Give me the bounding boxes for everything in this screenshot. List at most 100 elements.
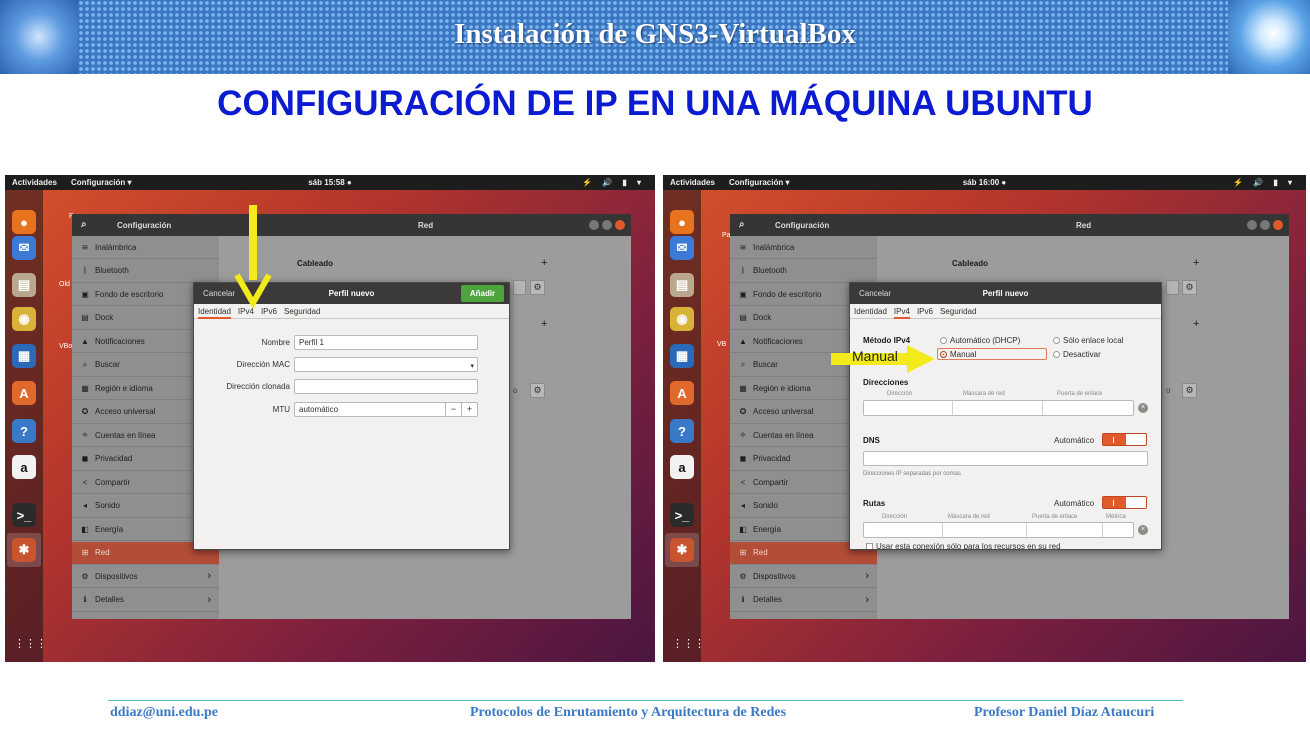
mac-dropdown[interactable]: ▾ xyxy=(294,357,478,372)
sidebar-item-details[interactable]: ℹ Detalles › xyxy=(72,589,219,612)
chevron-right-icon: › xyxy=(865,593,869,606)
gear-icon[interactable]: ⚙ xyxy=(1182,383,1197,398)
radio-disable[interactable]: Desactivar xyxy=(1053,350,1101,359)
sidebar-item-label: Sonido xyxy=(95,501,120,510)
search-icon[interactable]: ⌕ xyxy=(739,219,745,230)
tab-identity[interactable]: Identidad xyxy=(198,304,231,319)
sidebar-item-details[interactable]: ℹ Detalles › xyxy=(730,589,877,612)
thunderbird-icon[interactable]: ✉ xyxy=(12,236,36,260)
radio-manual[interactable]: Manual xyxy=(940,350,976,359)
addresses-label: Direcciones xyxy=(863,378,909,387)
minimize-icon[interactable] xyxy=(1247,220,1257,230)
help-icon[interactable]: ? xyxy=(12,419,36,443)
plus-icon[interactable]: + xyxy=(461,403,477,416)
delete-icon[interactable]: × xyxy=(1138,403,1148,413)
gear-icon[interactable]: ⚙ xyxy=(530,383,545,398)
cloned-mac-field[interactable] xyxy=(294,379,478,394)
tab-security[interactable]: Seguridad xyxy=(284,304,320,319)
mtu-stepper[interactable]: automático − + xyxy=(294,402,478,417)
search-icon[interactable]: ⌕ xyxy=(81,219,87,230)
maximize-icon[interactable] xyxy=(602,220,612,230)
amazon-icon[interactable]: a xyxy=(12,455,36,479)
name-field[interactable]: Perfil 1 xyxy=(294,335,478,350)
routes-label: Rutas xyxy=(863,499,886,508)
slide-title: Instalación de GNS3-VirtualBox xyxy=(454,18,856,50)
add-button[interactable]: Añadir xyxy=(461,285,504,302)
firefox-icon[interactable]: ● xyxy=(670,210,694,234)
dns-field[interactable] xyxy=(863,451,1148,466)
dns-auto-switch[interactable] xyxy=(1102,433,1147,446)
add-wired-button[interactable]: + xyxy=(1193,257,1199,269)
settings-icon[interactable]: ✱ xyxy=(7,533,41,567)
footer-email: ddiaz@uni.edu.pe xyxy=(110,705,218,720)
top-bar: Actividades Configuración ▾ sáb 16:00 ● … xyxy=(663,175,1306,190)
sidebar-item-label: Compartir xyxy=(95,477,131,487)
rhythmbox-icon[interactable]: ◉ xyxy=(670,307,694,331)
only-resources-checkbox[interactable]: Usar esta conexión sólo para los recurso… xyxy=(866,542,1061,549)
mtu-value: automático xyxy=(299,405,339,414)
sidebar-item-bluetooth[interactable]: ᛒ Bluetooth xyxy=(730,260,877,283)
add-wired-button[interactable]: + xyxy=(541,257,547,269)
route-row[interactable] xyxy=(863,522,1134,538)
sidebar-item-wifi[interactable]: ≋ Inalámbrica xyxy=(730,236,877,259)
arrow-down-annotation xyxy=(234,205,272,310)
window-header: ⌕ Configuración Red xyxy=(730,214,1289,236)
delete-icon[interactable]: × xyxy=(1138,525,1148,535)
show-applications-icon[interactable]: ⋮⋮⋮ xyxy=(14,634,47,654)
sidebar-item-devices[interactable]: ⚙ Dispositivos › xyxy=(72,565,219,588)
writer-icon[interactable]: ▦ xyxy=(670,344,694,368)
firefox-icon[interactable]: ● xyxy=(12,210,36,234)
tab-ipv4[interactable]: IPv4 xyxy=(893,304,910,319)
sidebar-item-devices[interactable]: ⚙ Dispositivos › xyxy=(730,565,877,588)
sidebar-item-wifi[interactable]: ≋ Inalámbrica xyxy=(72,236,219,259)
tab-identity[interactable]: Identidad xyxy=(854,304,887,319)
gear-icon[interactable]: ⚙ xyxy=(530,280,545,295)
maximize-icon[interactable] xyxy=(1260,220,1270,230)
amazon-icon[interactable]: a xyxy=(670,455,694,479)
software-icon[interactable]: A xyxy=(12,381,36,405)
files-icon[interactable]: ▤ xyxy=(12,273,36,297)
tab-security[interactable]: Seguridad xyxy=(940,304,976,319)
rhythmbox-icon[interactable]: ◉ xyxy=(12,307,36,331)
close-icon[interactable] xyxy=(1273,220,1283,230)
clock[interactable]: sáb 15:58 ● xyxy=(5,178,655,187)
clock[interactable]: sáb 16:00 ● xyxy=(663,178,1306,187)
radio-link-local[interactable]: Sólo enlace local xyxy=(1053,336,1123,345)
tab-ipv6[interactable]: IPv6 xyxy=(917,304,933,319)
footer-professor: Profesor Daniel Díaz Ataucuri xyxy=(974,705,1155,720)
window-header: ⌕ Configuración Red xyxy=(72,214,631,236)
mac-label: Dirección MAC xyxy=(236,360,290,369)
terminal-icon[interactable]: >_ xyxy=(670,503,694,527)
files-icon[interactable]: ▤ xyxy=(670,273,694,297)
header-banner: Instalación de GNS3-VirtualBox xyxy=(0,0,1310,74)
help-icon[interactable]: ? xyxy=(670,419,694,443)
system-tray[interactable]: ⚡ 🔊 ▮ ▾ xyxy=(1233,178,1296,187)
chevron-down-icon[interactable]: ▾ xyxy=(470,360,474,373)
sidebar-item-label: Región e idioma xyxy=(753,383,811,393)
wired-toggle[interactable] xyxy=(1166,280,1179,295)
routes-auto-switch[interactable] xyxy=(1102,496,1147,509)
sidebar-item-bluetooth[interactable]: ᛒ Bluetooth xyxy=(72,260,219,283)
radio-icon xyxy=(1053,337,1060,344)
address-row[interactable] xyxy=(863,400,1134,416)
writer-icon[interactable]: ▦ xyxy=(12,344,36,368)
minimize-icon[interactable] xyxy=(589,220,599,230)
add-vpn-button[interactable]: + xyxy=(1193,318,1199,330)
sidebar-item-label: Red xyxy=(95,548,110,557)
gear-icon[interactable]: ⚙ xyxy=(1182,280,1197,295)
close-icon[interactable] xyxy=(615,220,625,230)
radio-dhcp[interactable]: Automático (DHCP) xyxy=(940,336,1020,345)
settings-icon[interactable]: ✱ xyxy=(665,533,699,567)
terminal-icon[interactable]: >_ xyxy=(12,503,36,527)
add-vpn-button[interactable]: + xyxy=(541,318,547,330)
show-applications-icon[interactable]: ⋮⋮⋮ xyxy=(672,634,705,654)
sidebar-item-label: Dock xyxy=(753,313,772,322)
wired-toggle[interactable] xyxy=(513,280,526,295)
minus-icon[interactable]: − xyxy=(445,403,461,416)
software-icon[interactable]: A xyxy=(670,381,694,405)
sidebar-item-label: Privacidad xyxy=(753,454,791,463)
system-tray[interactable]: ⚡ 🔊 ▮ ▾ xyxy=(582,178,645,187)
sidebar-item-label: Acceso universal xyxy=(753,407,814,416)
thunderbird-icon[interactable]: ✉ xyxy=(670,236,694,260)
sidebar-item-label: Privacidad xyxy=(95,454,133,463)
